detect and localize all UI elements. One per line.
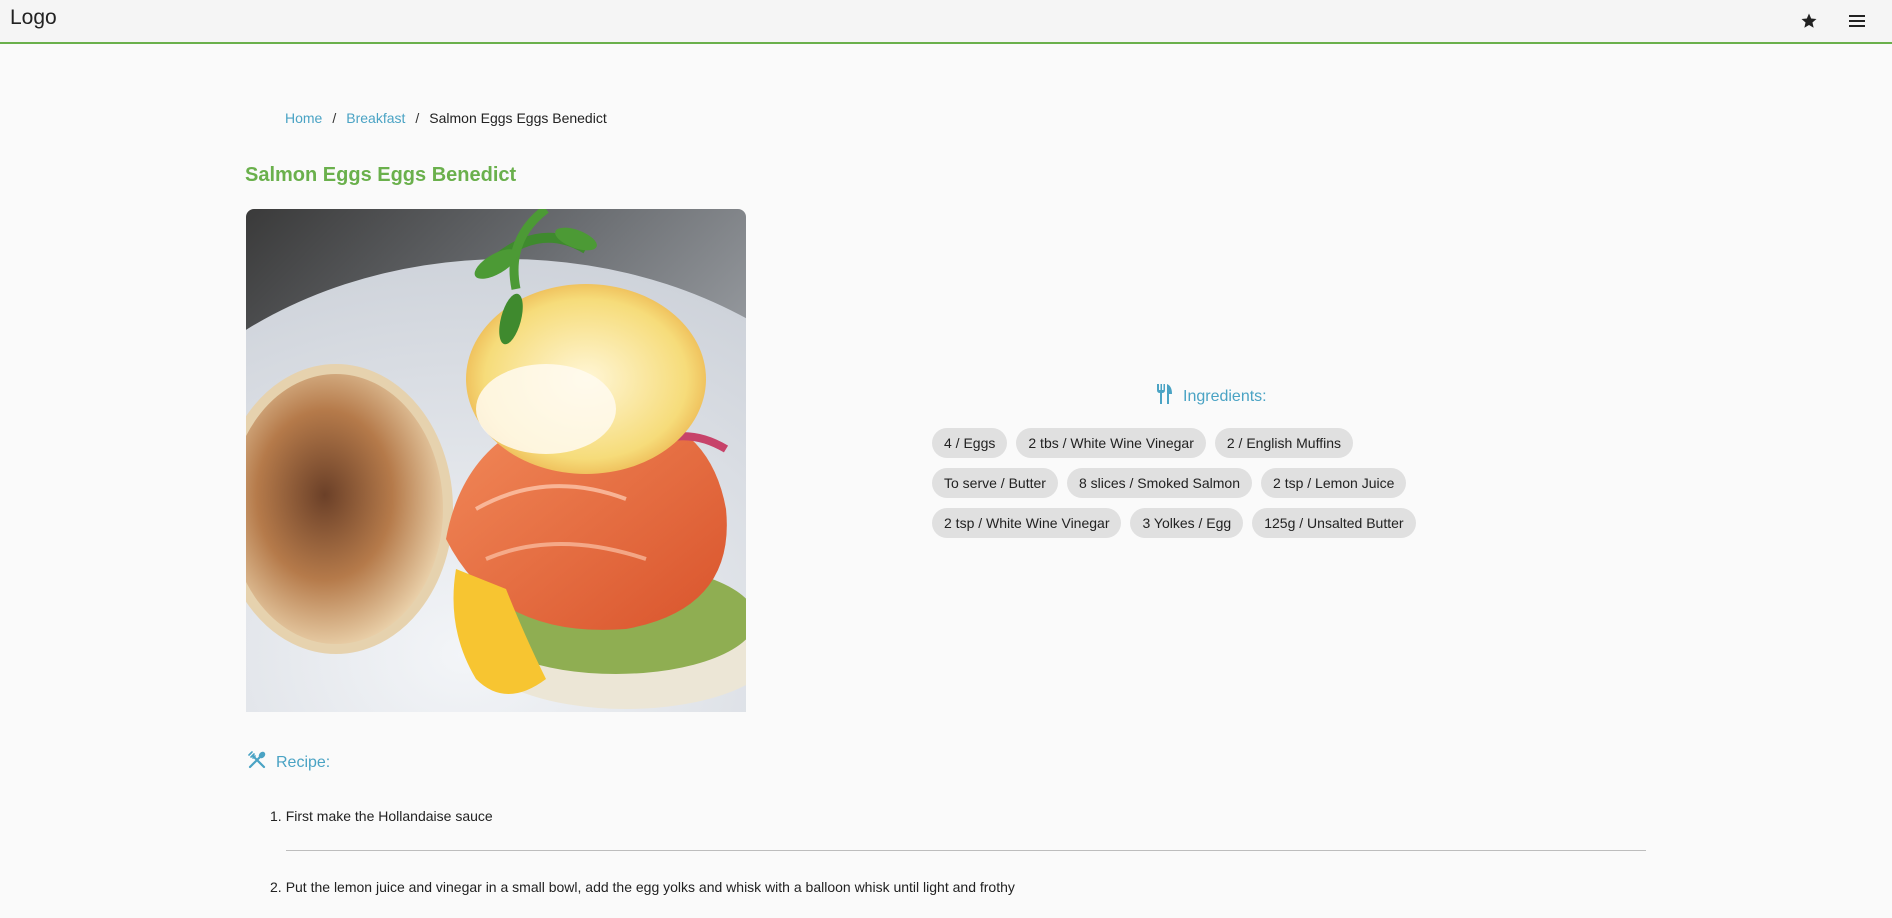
logo[interactable]: Logo (10, 6, 57, 30)
star-icon[interactable] (1796, 8, 1822, 34)
step-text: Put the lemon juice and vinegar in a sma… (285, 879, 1015, 895)
ingredient-chip[interactable]: 2 / English Muffins (1214, 428, 1353, 458)
ingredient-chip[interactable]: 4 / Eggs (932, 428, 1008, 458)
ingredients-heading: Ingredients: (1155, 384, 1267, 409)
step-number: 2. (270, 879, 282, 895)
page-title: Salmon Eggs Eggs Benedict (245, 164, 517, 186)
step-text: First make the Hollandaise sauce (285, 808, 493, 824)
breadcrumb-separator: / (415, 110, 420, 126)
ingredient-chip[interactable]: 125g / Unsalted Butter (1252, 508, 1416, 538)
ingredient-chip[interactable]: 3 Yolkes / Egg (1130, 508, 1244, 538)
recipe-steps: 1. First make the Hollandaise sauce 2. P… (270, 806, 1646, 897)
ingredient-chip-list: 4 / Eggs 2 tbs / White Wine Vinegar 2 / … (932, 428, 1452, 538)
breadcrumb-separator: / (332, 110, 337, 126)
ingredient-chip[interactable]: 2 tbs / White Wine Vinegar (1016, 428, 1206, 458)
recipe-step: 2. Put the lemon juice and vinegar in a … (270, 877, 1646, 897)
step-divider (286, 850, 1646, 851)
recipe-heading: Recipe: (248, 751, 330, 774)
ingredient-chip[interactable]: To serve / Butter (932, 468, 1058, 498)
top-app-bar: Logo (0, 0, 1892, 44)
menu-icon[interactable] (1844, 8, 1870, 34)
recipe-step: 1. First make the Hollandaise sauce (270, 806, 1646, 826)
restaurant-icon (1155, 384, 1173, 409)
breadcrumb-home-link[interactable]: Home (285, 110, 322, 126)
ingredient-chip[interactable]: 2 tsp / White Wine Vinegar (932, 508, 1122, 538)
step-number: 1. (270, 808, 282, 824)
recipe-heading-label: Recipe: (276, 753, 331, 771)
ingredient-chip[interactable]: 2 tsp / Lemon Juice (1261, 468, 1407, 498)
ingredient-chip[interactable]: 8 slices / Smoked Salmon (1066, 468, 1253, 498)
ingredients-heading-label: Ingredients: (1183, 387, 1267, 405)
breadcrumb: Home / Breakfast / Salmon Eggs Eggs Bene… (285, 110, 607, 126)
dish-image (246, 209, 746, 712)
breadcrumb-category-link[interactable]: Breakfast (346, 110, 405, 126)
breadcrumb-current: Salmon Eggs Eggs Benedict (429, 110, 607, 126)
utensils-crossed-icon (248, 751, 266, 774)
